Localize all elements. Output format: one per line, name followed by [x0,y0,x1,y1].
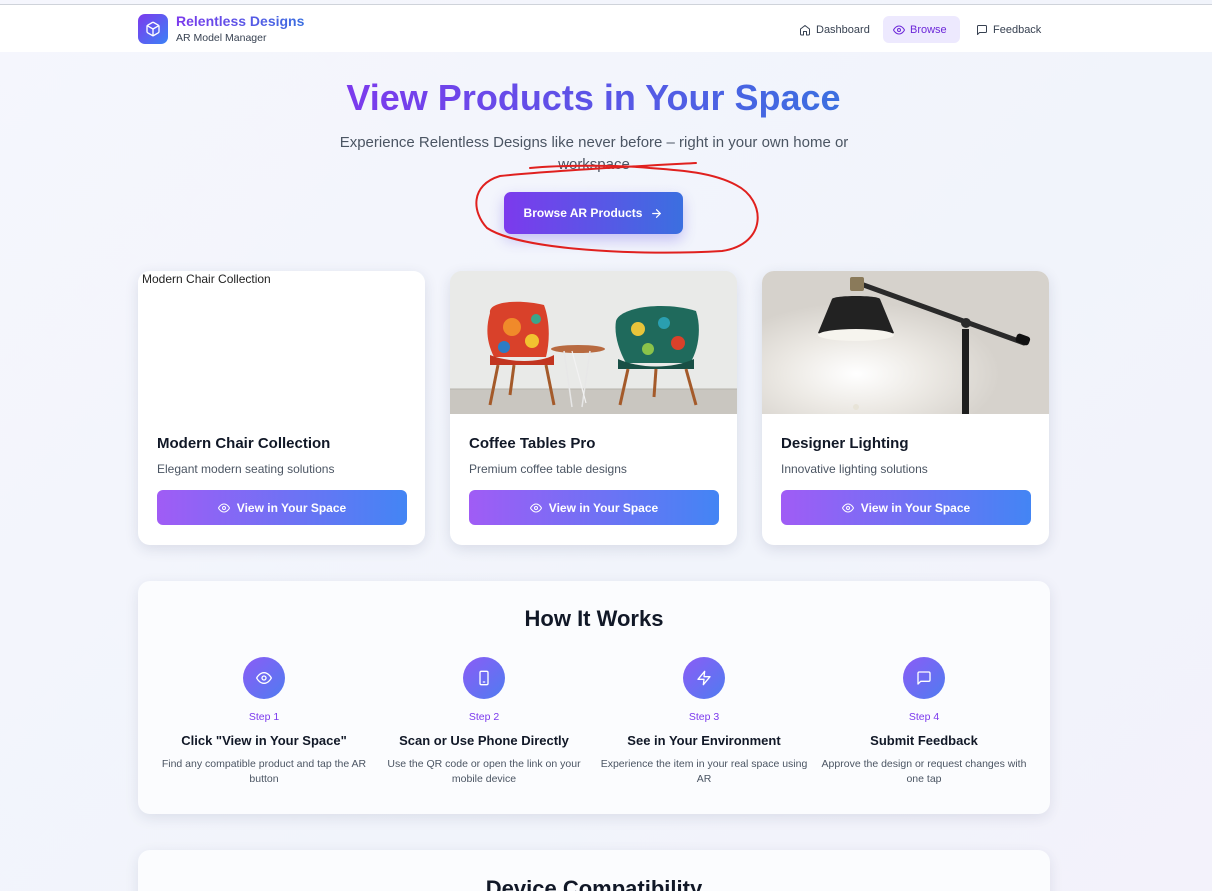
view-in-your-space-label: View in Your Space [860,500,971,515]
product-description: Elegant modern seating solutions [157,462,335,476]
view-in-your-space-button[interactable]: View in Your Space [781,490,1031,525]
broken-image-alt-text: Modern Chair Collection [142,272,271,286]
view-in-your-space-button[interactable]: View in Your Space [469,490,719,525]
zap-icon [697,670,711,686]
step-description: Find any compatible product and tap the … [161,758,367,785]
step-1: Step 1 Click "View in Your Space" Find a… [159,657,369,787]
arrow-right-icon [652,208,662,218]
home-icon [800,24,810,35]
step-4: Step 4 Submit Feedback Approve the desig… [819,657,1029,787]
nav-browse[interactable]: Browse [883,16,960,43]
hero-title-text: View Products in Your Space [346,77,841,118]
smartphone-icon [479,670,489,686]
product-image-broken: Modern Chair Collection [138,271,425,414]
step-number: Step 4 [908,711,940,723]
brand-logo[interactable] [138,14,168,44]
how-it-works-section: How It Works Step 1 Click "View in Your … [138,581,1050,814]
step-number: Step 3 [688,711,720,723]
step-title: Submit Feedback [870,733,978,748]
browse-ar-products-label: Browse AR Products [523,206,643,220]
product-card-coffee-tables: Coffee Tables Pro Premium coffee table d… [450,271,737,545]
step-3: Step 3 See in Your Environment Experienc… [599,657,809,787]
browse-ar-products-button[interactable]: Browse AR Products [504,192,683,234]
nav-browse-label: Browse [910,23,947,36]
nav-feedback[interactable]: Feedback [966,16,1051,43]
product-title: Modern Chair Collection [157,435,331,452]
step-title: See in Your Environment [627,733,781,748]
nav-dashboard[interactable]: Dashboard [789,16,880,43]
how-it-works-title: How It Works [524,606,664,631]
product-description: Innovative lighting solutions [781,462,928,476]
message-square-icon [977,24,987,35]
eye-icon [529,503,542,512]
product-title: Designer Lighting [781,435,909,452]
designer-lighting-photo [762,271,1049,414]
brand-name[interactable]: Relentless Designs [176,13,304,29]
step-number: Step 2 [468,711,500,723]
step-icon-circle [243,657,285,699]
device-compatibility-section: Device Compatibility [138,850,1050,891]
eye-icon [256,672,272,684]
nav-dashboard-label: Dashboard [816,23,870,36]
step-title: Scan or Use Phone Directly [399,733,569,748]
step-number: Step 1 [248,711,280,723]
top-navbar: Relentless Designs AR Model Manager Dash… [0,5,1212,52]
step-icon-circle [903,657,945,699]
message-square-icon [917,671,931,685]
eye-icon [893,25,905,34]
eye-icon [841,503,854,512]
cube-icon [146,21,160,37]
step-icon-circle [683,657,725,699]
step-description: Approve the design or request changes wi… [821,758,1027,785]
step-2: Step 2 Scan or Use Phone Directly Use th… [379,657,589,787]
step-icon-circle [463,657,505,699]
nav-feedback-label: Feedback [993,23,1042,36]
product-title: Coffee Tables Pro [469,435,596,452]
step-description: Use the QR code or open the link on your… [387,758,581,785]
step-title: Click "View in Your Space" [181,733,347,748]
step-description: Experience the item in your real space u… [600,758,808,785]
coffee-tables-photo [450,271,737,414]
device-compatibility-title: Device Compatibility [485,876,703,891]
view-in-your-space-label: View in Your Space [548,500,659,515]
product-card-designer-lighting: Designer Lighting Innovative lighting so… [762,271,1049,545]
product-card-modern-chair: Modern Chair Collection Modern Chair Col… [138,271,425,545]
hero-subtitle: Experience Relentless Designs like never… [339,134,849,173]
view-in-your-space-label: View in Your Space [236,500,347,515]
hero-title: View Products in Your Space [0,74,1187,122]
eye-icon [217,503,230,512]
view-in-your-space-button[interactable]: View in Your Space [157,490,407,525]
brand-subtitle: AR Model Manager [176,32,267,44]
product-description: Premium coffee table designs [469,462,627,476]
